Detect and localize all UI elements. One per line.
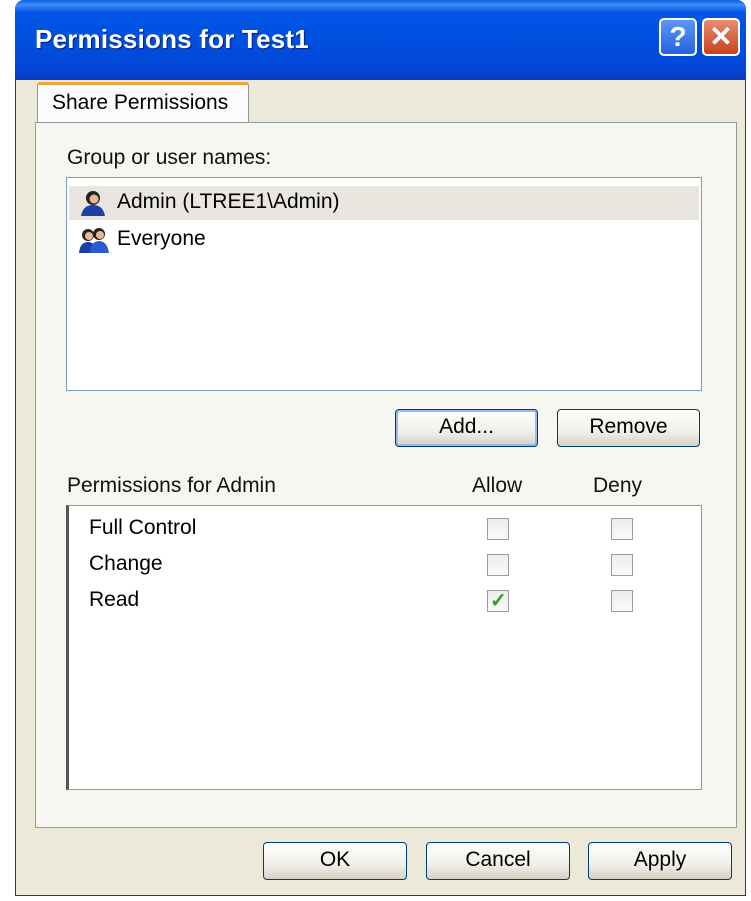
deny-checkbox[interactable] [611, 518, 633, 540]
help-button[interactable]: ? [659, 18, 697, 56]
permission-name: Read [89, 588, 140, 611]
list-item-label: Admin (LTREE1\Admin) [117, 190, 340, 213]
allow-checkbox[interactable] [487, 518, 509, 540]
close-button[interactable]: ✕ [702, 18, 740, 56]
list-item-label: Everyone [117, 227, 206, 250]
title-bar[interactable]: Permissions for Test1 ? ✕ [15, 0, 746, 80]
permission-row-read: Read ✓ [69, 584, 699, 618]
permissions-for-label: Permissions for Admin [67, 474, 276, 497]
permission-name: Full Control [89, 516, 197, 539]
permission-name: Change [89, 552, 163, 575]
ok-button[interactable]: OK [263, 842, 407, 880]
permissions-dialog: Permissions for Test1 ? ✕ Share Permissi… [15, 0, 746, 896]
tab-share-permissions[interactable]: Share Permissions [37, 82, 249, 124]
permission-row-full-control: Full Control [69, 512, 699, 546]
permissions-list: Full Control Change Read ✓ [66, 505, 702, 790]
group-user-label: Group or user names: [67, 146, 272, 169]
allow-header: Allow [472, 474, 523, 497]
allow-checkbox[interactable]: ✓ [487, 590, 509, 612]
list-item-everyone[interactable]: Everyone [69, 223, 699, 257]
group-icon [79, 228, 109, 253]
tab-label: Share Permissions [52, 91, 229, 114]
permission-row-change: Change [69, 548, 699, 582]
allow-checkbox[interactable] [487, 554, 509, 576]
apply-button[interactable]: Apply [588, 842, 732, 880]
window-title: Permissions for Test1 [35, 24, 309, 54]
user-list[interactable]: Admin (LTREE1\Admin) Everyone [66, 177, 702, 391]
remove-button[interactable]: Remove [557, 409, 700, 447]
deny-checkbox[interactable] [611, 590, 633, 612]
user-icon [81, 191, 105, 216]
list-item-admin[interactable]: Admin (LTREE1\Admin) [69, 186, 699, 220]
deny-checkbox[interactable] [611, 554, 633, 576]
checkmark-icon: ✓ [490, 590, 507, 612]
deny-header: Deny [593, 474, 643, 497]
cancel-button[interactable]: Cancel [426, 842, 570, 880]
add-button[interactable]: Add... [395, 409, 538, 447]
